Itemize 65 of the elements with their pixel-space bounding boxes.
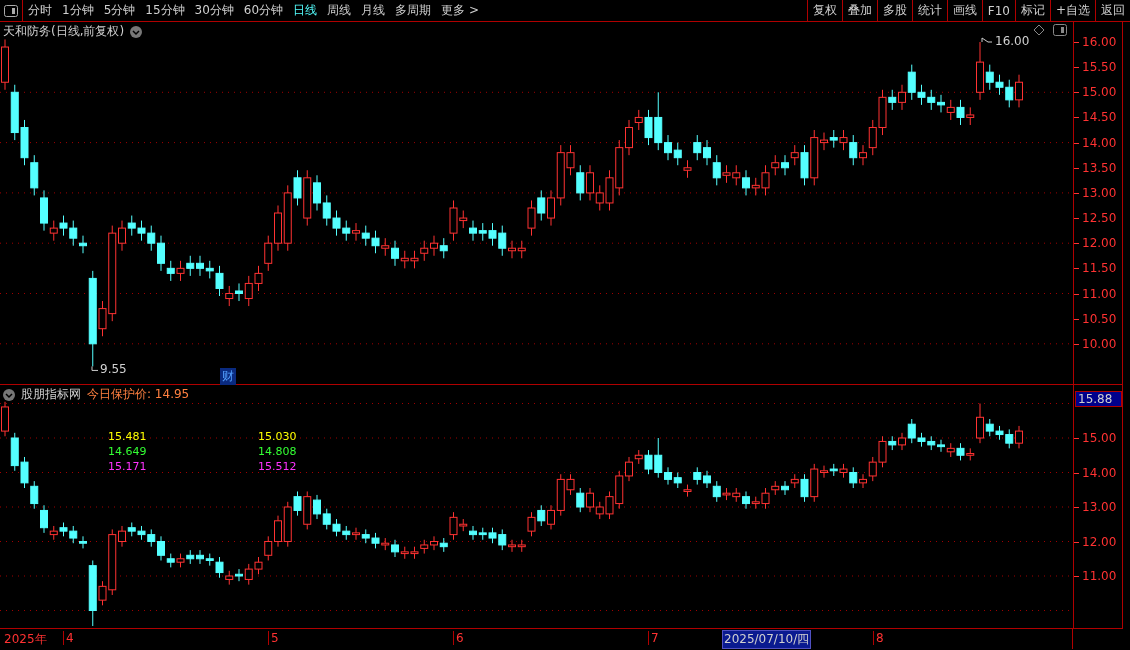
axis-label: 13.50 <box>1082 160 1117 175</box>
indicator-value: 15.481 <box>108 430 148 443</box>
toolbar-button[interactable]: F10 <box>981 0 1015 21</box>
toolbar-button[interactable]: 叠加 <box>841 0 877 21</box>
dropdown-icon[interactable] <box>130 25 143 38</box>
indicator-value: 15.030 <box>258 430 298 443</box>
axis-label: 11.00 <box>1082 569 1117 583</box>
indicator-value: 15.171 <box>108 460 148 473</box>
cursor-date-label: 2025/07/10/四 <box>722 630 812 649</box>
toolbar-button[interactable]: +自选 <box>1049 0 1095 21</box>
panel-toggle-icon[interactable] <box>4 4 18 17</box>
toolbar-button[interactable]: 复权 <box>806 0 842 21</box>
period-tab[interactable]: 周线 <box>322 0 357 21</box>
month-label: 6 <box>453 631 464 645</box>
period-tab[interactable]: 60分钟 <box>238 0 289 21</box>
month-label: 5 <box>268 631 279 645</box>
panel-toggle-icon[interactable] <box>1053 24 1067 36</box>
toolbar-button[interactable]: 标记 <box>1014 0 1050 21</box>
indicator-value: 15.512 <box>258 460 298 473</box>
axis-label: 10.50 <box>1082 311 1117 326</box>
diamond-icon[interactable] <box>1033 24 1045 36</box>
axis-label: 12.00 <box>1082 236 1117 251</box>
year-label: 2025年 <box>4 631 47 648</box>
period-tab[interactable]: 15分钟 <box>140 0 190 21</box>
period-tab[interactable]: 30分钟 <box>189 0 239 21</box>
toolbar-button[interactable]: 画线 <box>946 0 982 21</box>
period-tab[interactable]: 更多 > <box>436 0 484 21</box>
axis-label: 11.00 <box>1082 286 1117 301</box>
toolbar-button[interactable]: 返回 <box>1095 0 1130 21</box>
period-tab[interactable]: 1分钟 <box>57 0 99 21</box>
axis-label: 16.00 <box>1082 35 1117 49</box>
protect-price-label: 今日保护价: 14.95 <box>87 386 190 403</box>
current-value-label: 15.88 <box>1075 391 1122 407</box>
indicator-value: 14.808 <box>258 445 298 458</box>
axis-label: 15.00 <box>1082 431 1117 445</box>
period-tab[interactable]: 日线 <box>288 0 323 21</box>
period-tab[interactable]: 5分钟 <box>98 0 141 21</box>
axis-label: 15.50 <box>1082 60 1117 75</box>
axis-label: 14.00 <box>1082 135 1117 150</box>
month-label: 8 <box>873 631 884 645</box>
month-label: 7 <box>648 631 659 645</box>
chart-title: 天和防务(日线,前复权) <box>3 23 125 40</box>
period-tab[interactable]: 月线 <box>356 0 391 21</box>
axis-label: 15.00 <box>1082 85 1117 100</box>
axis-label: 13.00 <box>1082 185 1117 200</box>
high-price-label: 16.00 <box>995 34 1030 48</box>
axis-label: 12.50 <box>1082 211 1117 226</box>
axis-label: 14.00 <box>1082 465 1117 480</box>
indicator-name: 股朋指标网 <box>21 386 81 403</box>
period-tab[interactable]: 多周期 <box>390 0 437 21</box>
leader-line <box>91 365 99 371</box>
toolbar-button[interactable]: 统计 <box>911 0 947 21</box>
toolbar-button[interactable]: 多股 <box>876 0 912 21</box>
indicator-value: 14.649 <box>108 445 148 458</box>
dropdown-icon[interactable] <box>3 388 15 401</box>
axis-label: 14.50 <box>1082 110 1117 125</box>
finance-marker[interactable]: 财 <box>220 368 236 385</box>
axis-label: 13.00 <box>1082 500 1117 514</box>
axis-label: 12.00 <box>1082 534 1117 549</box>
low-price-label: 9.55 <box>100 362 127 377</box>
axis-label: 10.00 <box>1082 336 1117 351</box>
period-tab[interactable]: 分时 <box>23 0 57 21</box>
month-label: 4 <box>63 631 74 645</box>
leader-line <box>981 37 993 43</box>
axis-label: 11.50 <box>1082 261 1117 276</box>
